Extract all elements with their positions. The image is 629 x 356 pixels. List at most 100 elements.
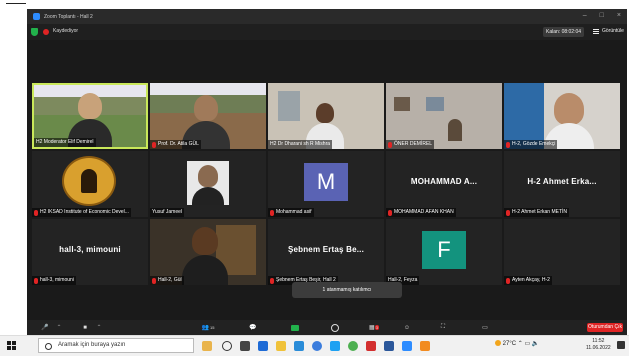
recording-label: Kaydediyor xyxy=(53,28,79,34)
meeting-timer: Kalan: 08:02:04 xyxy=(543,27,585,37)
mic-muted-icon xyxy=(34,209,38,216)
temperature[interactable]: 27°C xyxy=(503,341,516,347)
background-shelf xyxy=(278,91,300,121)
window-controls: – □ × xyxy=(583,12,621,19)
edge-icon[interactable] xyxy=(258,341,268,351)
weather-icon[interactable] xyxy=(495,340,501,347)
avatar: F xyxy=(422,231,466,269)
video-button[interactable]: ■ xyxy=(79,323,91,332)
participant-tile[interactable]: MOHAMMAD A... MOHAMMAD AFAN KHAN xyxy=(386,151,502,217)
camera-icon: ■ xyxy=(83,324,87,331)
network-icon[interactable]: ▭ xyxy=(524,341,530,347)
participant-name: Prof. Dr. Atila GÜL xyxy=(150,140,201,149)
participant-tile[interactable]: Şebnem Ertaş Be... Şebnem Ertaş Beşir, H… xyxy=(268,219,384,285)
mic-muted-icon xyxy=(388,209,392,216)
meeting-toolbar: 🎤 ⌃ ■ ⌃ 👥 15 💬 ▦ 3 ☺ ⛶ ▭ Oturumdan Çık xyxy=(27,320,627,335)
participants-count: 15 xyxy=(210,325,215,330)
person-head xyxy=(198,165,218,187)
participant-name: H2 Dr Dharani sh R Mishra xyxy=(268,140,333,149)
participant-name: H-2, Gözde Emekçi xyxy=(504,140,558,149)
notifications-icon[interactable] xyxy=(617,341,625,349)
mail-icon[interactable] xyxy=(294,341,304,351)
word-icon[interactable] xyxy=(384,341,394,351)
participant-tile[interactable]: Yusuf Jameel xyxy=(150,151,266,217)
app-icon[interactable] xyxy=(420,341,430,351)
mic-muted-icon xyxy=(506,277,510,284)
wall-picture xyxy=(426,97,444,111)
unassigned-notification[interactable]: 1 atanmamış katılımcı xyxy=(292,282,402,298)
mic-icon: 🎤 xyxy=(41,325,49,331)
grid-view-icon xyxy=(593,28,599,34)
participant-name: hall-3, mimouni xyxy=(32,276,76,285)
windows-start-icon[interactable] xyxy=(7,341,16,350)
whiteboard-button[interactable]: ▭ xyxy=(479,323,491,332)
participants-button[interactable]: 👥 15 xyxy=(197,323,219,332)
participant-name: H-2 Ahmet Erkan METİN xyxy=(504,208,570,217)
participant-tile[interactable]: M Mohammad asif xyxy=(268,151,384,217)
top-edge-line xyxy=(6,3,26,4)
pdf-icon[interactable] xyxy=(366,341,376,351)
participant-tile[interactable]: hall-3, mimouni hall-3, mimouni xyxy=(32,219,148,285)
participant-tile[interactable]: H2 IKSAD Institute of Economic Devel... xyxy=(32,151,148,217)
search-placeholder: Aramak için buraya yazın xyxy=(58,342,126,348)
cortana-circle-icon[interactable] xyxy=(222,341,232,351)
zoom-window: Zoom Toplantı - Hall 2 – □ × Kaydediyor … xyxy=(27,9,627,320)
participant-name: MOHAMMAD AFAN KHAN xyxy=(386,208,456,217)
volume-icon[interactable]: 🔈 xyxy=(532,341,539,347)
mic-muted-icon xyxy=(506,209,510,216)
video-options-icon[interactable]: ⌃ xyxy=(93,323,105,332)
chrome-icon[interactable] xyxy=(348,341,358,351)
chat-button[interactable]: 💬 xyxy=(247,323,259,332)
participant-tile[interactable]: H-2 Ahmet Erka... H-2 Ahmet Erkan METİN xyxy=(504,151,620,217)
mute-options-icon[interactable]: ⌃ xyxy=(53,323,65,332)
clock-time: 11:52 xyxy=(592,338,605,344)
cortana-icon[interactable] xyxy=(202,341,212,351)
file-explorer-icon[interactable] xyxy=(276,341,286,351)
maximize-icon[interactable]: □ xyxy=(600,12,604,19)
close-icon[interactable]: × xyxy=(617,12,621,19)
taskbar-search[interactable]: Aramak için buraya yazın xyxy=(38,338,194,353)
person-head xyxy=(316,103,334,123)
shield-icon[interactable] xyxy=(31,28,38,36)
participant-display-name: hall-3, mimouni xyxy=(59,245,121,254)
share-screen-button[interactable] xyxy=(289,323,301,332)
participant-tile[interactable]: H-2, Gözde Emekçi xyxy=(504,83,620,149)
search-icon xyxy=(45,343,52,350)
person-head xyxy=(192,227,218,255)
share-screen-icon xyxy=(291,324,299,331)
leave-button[interactable]: Oturumdan Çık xyxy=(587,323,623,332)
participant-tile[interactable]: Ayten Akçay, H-2 xyxy=(504,219,620,285)
participant-tile[interactable]: F Hall-2, Feyza xyxy=(386,219,502,285)
telegram-icon[interactable] xyxy=(330,341,340,351)
mic-muted-icon xyxy=(152,141,156,148)
reactions-button[interactable]: ☺ xyxy=(401,323,413,332)
zoom-logo-icon xyxy=(33,13,40,20)
zoom-taskbar-icon[interactable] xyxy=(402,341,412,351)
breakout-rooms-button[interactable]: ▦ 3 xyxy=(365,323,383,332)
avatar: M xyxy=(304,163,348,201)
participant-name: Hall-2, Gül xyxy=(150,276,184,285)
participant-tile[interactable]: ÖNER DEMİREL xyxy=(386,83,502,149)
browser-icon[interactable] xyxy=(312,341,322,351)
mic-muted-icon xyxy=(506,141,510,148)
chat-icon: 💬 xyxy=(249,325,257,331)
task-view-icon[interactable] xyxy=(240,341,250,351)
participant-tile[interactable]: Hall-2, Gül xyxy=(150,219,266,285)
participant-tile[interactable]: Prof. Dr. Atila GÜL xyxy=(150,83,266,149)
reactions-icon: ☺ xyxy=(403,324,411,331)
meeting-header: Kaydediyor Kalan: 08:02:04 Görüntüle xyxy=(27,24,627,40)
mic-muted-icon xyxy=(34,277,38,284)
apps-button[interactable]: ⛶ xyxy=(437,323,449,332)
tray-arrow-icon[interactable]: ⌃ xyxy=(518,341,523,347)
record-button[interactable] xyxy=(329,323,341,332)
participant-tile[interactable]: H2 Dr Dharani sh R Mishra xyxy=(268,83,384,149)
taskbar-clock[interactable]: 11:52 11.06.2022 xyxy=(586,338,611,352)
mute-button[interactable]: 🎤 xyxy=(39,323,51,332)
view-button[interactable]: Görüntüle xyxy=(593,28,624,34)
participant-name: Ayten Akçay, H-2 xyxy=(504,276,552,285)
minimize-icon[interactable]: – xyxy=(583,12,587,19)
title-bar: Zoom Toplantı - Hall 2 – □ × xyxy=(27,9,627,24)
participant-tile[interactable]: H2 Moderator Elif Demirel xyxy=(32,83,148,149)
mic-muted-icon xyxy=(152,277,156,284)
person-head xyxy=(554,93,584,125)
